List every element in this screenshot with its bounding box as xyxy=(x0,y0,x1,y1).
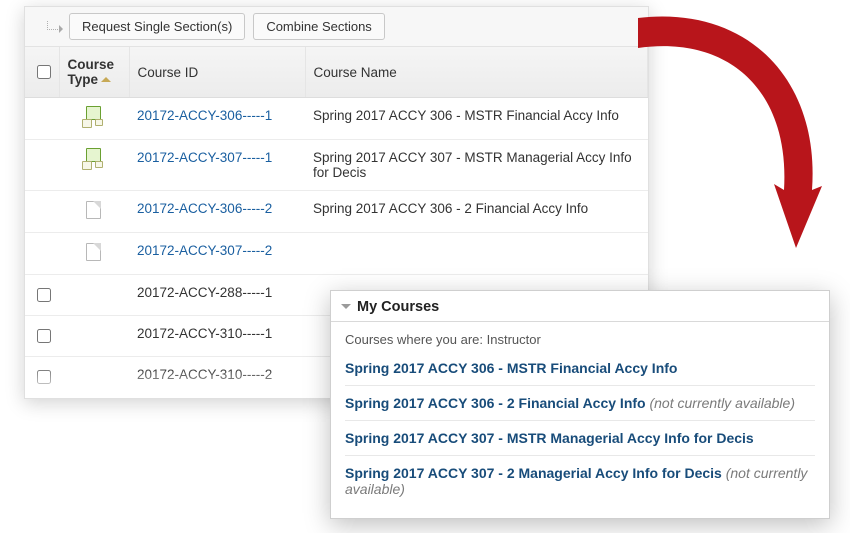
course-name: Spring 2017 ACCY 306 - MSTR Financial Ac… xyxy=(305,98,648,140)
combine-sections-button[interactable]: Combine Sections xyxy=(253,13,385,40)
not-available-label: (not currently available) xyxy=(649,395,795,411)
my-courses-list: Spring 2017 ACCY 306 - MSTR Financial Ac… xyxy=(331,351,829,518)
master-course-icon xyxy=(83,108,105,126)
course-id: 20172-ACCY-310-----2 xyxy=(137,367,272,382)
course-id[interactable]: 20172-ACCY-307-----1 xyxy=(137,150,272,165)
section-doc-icon xyxy=(83,201,105,219)
course-name: Spring 2017 ACCY 306 - 2 Financial Accy … xyxy=(305,191,648,233)
course-link[interactable]: Spring 2017 ACCY 306 - 2 Financial Accy … xyxy=(345,395,646,411)
list-item: Spring 2017 ACCY 307 - 2 Managerial Accy… xyxy=(345,456,815,506)
column-select-all[interactable] xyxy=(25,47,59,98)
course-id[interactable]: 20172-ACCY-307-----2 xyxy=(137,243,272,258)
list-item: Spring 2017 ACCY 307 - MSTR Managerial A… xyxy=(345,421,815,456)
course-link[interactable]: Spring 2017 ACCY 306 - MSTR Financial Ac… xyxy=(345,360,677,376)
table-row: 20172-ACCY-306-----2 Spring 2017 ACCY 306… xyxy=(25,191,648,233)
toolbar: Request Single Section(s) Combine Sectio… xyxy=(25,7,648,47)
column-header-course-type[interactable]: Course Type xyxy=(59,47,129,98)
collapse-triangle-icon xyxy=(341,304,351,314)
my-courses-panel: My Courses Courses where you are: Instru… xyxy=(330,290,830,519)
row-checkbox[interactable] xyxy=(37,329,51,343)
course-link[interactable]: Spring 2017 ACCY 307 - 2 Managerial Accy… xyxy=(345,465,722,481)
my-courses-header[interactable]: My Courses xyxy=(331,291,829,322)
table-row: 20172-ACCY-307-----2 xyxy=(25,233,648,275)
sort-asc-icon xyxy=(101,72,111,82)
column-header-course-name[interactable]: Course Name xyxy=(305,47,648,98)
list-item: Spring 2017 ACCY 306 - 2 Financial Accy … xyxy=(345,386,815,421)
row-checkbox[interactable] xyxy=(37,370,51,384)
my-courses-subtitle: Courses where you are: Instructor xyxy=(331,322,829,351)
column-header-course-id[interactable]: Course ID xyxy=(129,47,305,98)
table-row: 20172-ACCY-306-----1 Spring 2017 ACCY 306… xyxy=(25,98,648,140)
master-course-icon xyxy=(83,150,105,168)
course-name xyxy=(305,233,648,275)
course-id[interactable]: 20172-ACCY-306-----2 xyxy=(137,201,272,216)
section-doc-icon xyxy=(83,243,105,261)
table-row: 20172-ACCY-307-----1 Spring 2017 ACCY 307… xyxy=(25,140,648,191)
request-single-section-button[interactable]: Request Single Section(s) xyxy=(69,13,245,40)
course-name: Spring 2017 ACCY 307 - MSTR Managerial A… xyxy=(305,140,648,191)
row-checkbox[interactable] xyxy=(37,288,51,302)
my-courses-title: My Courses xyxy=(357,299,439,315)
course-id: 20172-ACCY-288-----1 xyxy=(137,285,272,300)
course-id[interactable]: 20172-ACCY-306-----1 xyxy=(137,108,272,123)
course-link[interactable]: Spring 2017 ACCY 307 - MSTR Managerial A… xyxy=(345,430,754,446)
course-id: 20172-ACCY-310-----1 xyxy=(137,326,272,341)
list-item: Spring 2017 ACCY 306 - MSTR Financial Ac… xyxy=(345,351,815,386)
select-all-checkbox[interactable] xyxy=(37,65,51,79)
